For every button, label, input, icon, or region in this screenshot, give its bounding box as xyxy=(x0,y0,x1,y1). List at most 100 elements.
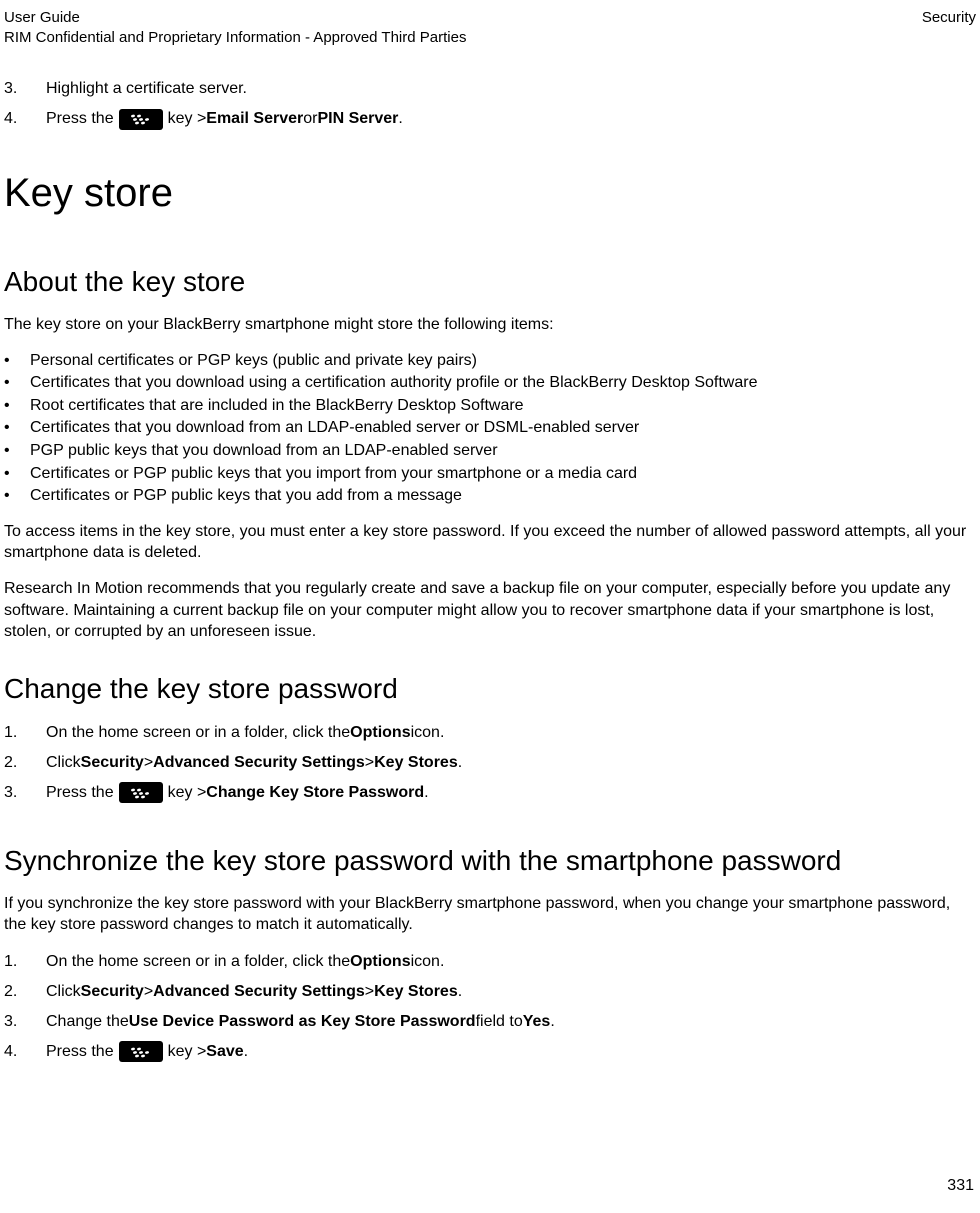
step-content: Click Security > Advanced Security Setti… xyxy=(46,980,976,1004)
step-number: 1. xyxy=(4,721,46,745)
step-text: > xyxy=(365,751,374,775)
bullet-text: PGP public keys that you download from a… xyxy=(30,440,498,462)
page-title: Key store xyxy=(4,171,976,216)
list-item: 4. Press the key > Email Serv xyxy=(4,107,976,131)
step-text: > xyxy=(144,980,153,1004)
about-bullets: •Personal certificates or PGP keys (publ… xyxy=(4,350,976,507)
list-item: 1.On the home screen or in a folder, cli… xyxy=(4,721,976,745)
blackberry-key-icon xyxy=(119,109,163,130)
list-item: 1.On the home screen or in a folder, cli… xyxy=(4,950,976,974)
bullet-text: Certificates or PGP public keys that you… xyxy=(30,485,462,507)
bullet-dot: • xyxy=(4,463,30,485)
step-text: Press the xyxy=(46,781,114,805)
step-number: 2. xyxy=(4,751,46,775)
step-text: Change the xyxy=(46,1010,129,1034)
step-content: Press the key > Email Server or xyxy=(46,107,976,131)
step-text: . xyxy=(458,980,462,1004)
step-number: 3. xyxy=(4,77,46,101)
section-heading-about: About the key store xyxy=(4,266,976,298)
step-text: icon. xyxy=(411,721,445,745)
step-bold: Options xyxy=(350,721,410,745)
about-para-backup: Research In Motion recommends that you r… xyxy=(4,578,976,643)
bullet-text: Root certificates that are included in t… xyxy=(30,395,524,417)
step-content: On the home screen or in a folder, click… xyxy=(46,721,976,745)
top-steps-list: 3. Highlight a certificate server. 4. Pr… xyxy=(4,77,976,131)
step-number: 4. xyxy=(4,107,46,131)
step-content: Press the key > Save. xyxy=(46,1040,976,1064)
step-text: Press the xyxy=(46,1040,114,1064)
list-item: •Root certificates that are included in … xyxy=(4,395,976,417)
about-intro: The key store on your BlackBerry smartph… xyxy=(4,314,976,336)
step-number: 1. xyxy=(4,950,46,974)
step-bold: Yes xyxy=(523,1010,551,1034)
step-content: Press the key > Change Key Store Passwor… xyxy=(46,781,976,805)
bullet-dot: • xyxy=(4,395,30,417)
header-confidential: RIM Confidential and Proprietary Informa… xyxy=(4,28,466,48)
list-item: 4.Press the key > Save. xyxy=(4,1040,976,1064)
step-bold: Security xyxy=(81,980,144,1004)
step-bold: Use Device Password as Key Store Passwor… xyxy=(129,1010,476,1034)
list-item: 3.Press the key > Change Key Store Passw… xyxy=(4,781,976,805)
step-text: Click xyxy=(46,751,81,775)
bullet-text: Certificates that you download using a c… xyxy=(30,372,757,394)
step-number: 3. xyxy=(4,1010,46,1034)
list-item: 2.Click Security > Advanced Security Set… xyxy=(4,980,976,1004)
list-item: 3.Change the Use Device Password as Key … xyxy=(4,1010,976,1034)
section-heading-sync: Synchronize the key store password with … xyxy=(4,845,976,877)
step-text: On the home screen or in a folder, click… xyxy=(46,950,350,974)
step-text: key > xyxy=(168,781,207,805)
step-content: Change the Use Device Password as Key St… xyxy=(46,1010,976,1034)
change-steps-list: 1.On the home screen or in a folder, cli… xyxy=(4,721,976,805)
step-text: or xyxy=(303,107,317,131)
step-bold: Key Stores xyxy=(374,980,458,1004)
step-number: 3. xyxy=(4,781,46,805)
list-item: •Personal certificates or PGP keys (publ… xyxy=(4,350,976,372)
sync-intro: If you synchronize the key store passwor… xyxy=(4,893,976,936)
step-text: . xyxy=(398,107,402,131)
step-text: . xyxy=(550,1010,554,1034)
list-item: •Certificates that you download from an … xyxy=(4,417,976,439)
list-item: •Certificates or PGP public keys that yo… xyxy=(4,463,976,485)
list-item: 3. Highlight a certificate server. xyxy=(4,77,976,101)
list-item: •PGP public keys that you download from … xyxy=(4,440,976,462)
step-text: . xyxy=(458,751,462,775)
bullet-text: Certificates that you download from an L… xyxy=(30,417,639,439)
header-guide-title: User Guide xyxy=(4,8,466,28)
step-bold: Advanced Security Settings xyxy=(153,980,365,1004)
step-text: > xyxy=(144,751,153,775)
step-bold: Advanced Security Settings xyxy=(153,751,365,775)
step-text: . xyxy=(244,1040,248,1064)
bullet-dot: • xyxy=(4,485,30,507)
step-text: . xyxy=(424,781,428,805)
list-item: 2.Click Security > Advanced Security Set… xyxy=(4,751,976,775)
bullet-dot: • xyxy=(4,372,30,394)
step-bold: Save xyxy=(206,1040,243,1064)
header-section-name: Security xyxy=(922,8,976,47)
step-content: Click Security > Advanced Security Setti… xyxy=(46,751,976,775)
bullet-text: Certificates or PGP public keys that you… xyxy=(30,463,637,485)
sync-steps-list: 1.On the home screen or in a folder, cli… xyxy=(4,950,976,1064)
step-bold: PIN Server xyxy=(317,107,398,131)
step-bold: Options xyxy=(350,950,410,974)
step-content: On the home screen or in a folder, click… xyxy=(46,950,976,974)
bullet-text: Personal certificates or PGP keys (publi… xyxy=(30,350,477,372)
step-text: > xyxy=(365,980,374,1004)
header-left: User Guide RIM Confidential and Propriet… xyxy=(4,8,466,47)
step-number: 4. xyxy=(4,1040,46,1064)
step-text: key > xyxy=(168,107,207,131)
page-header: User Guide RIM Confidential and Propriet… xyxy=(4,8,976,47)
step-text: On the home screen or in a folder, click… xyxy=(46,721,350,745)
step-text: icon. xyxy=(411,950,445,974)
step-bold: Email Server xyxy=(206,107,303,131)
bullet-dot: • xyxy=(4,440,30,462)
step-text: Press the xyxy=(46,107,114,131)
page-number: 331 xyxy=(947,1177,974,1195)
bullet-dot: • xyxy=(4,417,30,439)
step-bold: Change Key Store Password xyxy=(206,781,424,805)
blackberry-key-icon xyxy=(119,1041,163,1062)
list-item: •Certificates that you download using a … xyxy=(4,372,976,394)
step-text: field to xyxy=(476,1010,523,1034)
step-number: 2. xyxy=(4,980,46,1004)
section-heading-change: Change the key store password xyxy=(4,673,976,705)
step-text: key > xyxy=(168,1040,207,1064)
